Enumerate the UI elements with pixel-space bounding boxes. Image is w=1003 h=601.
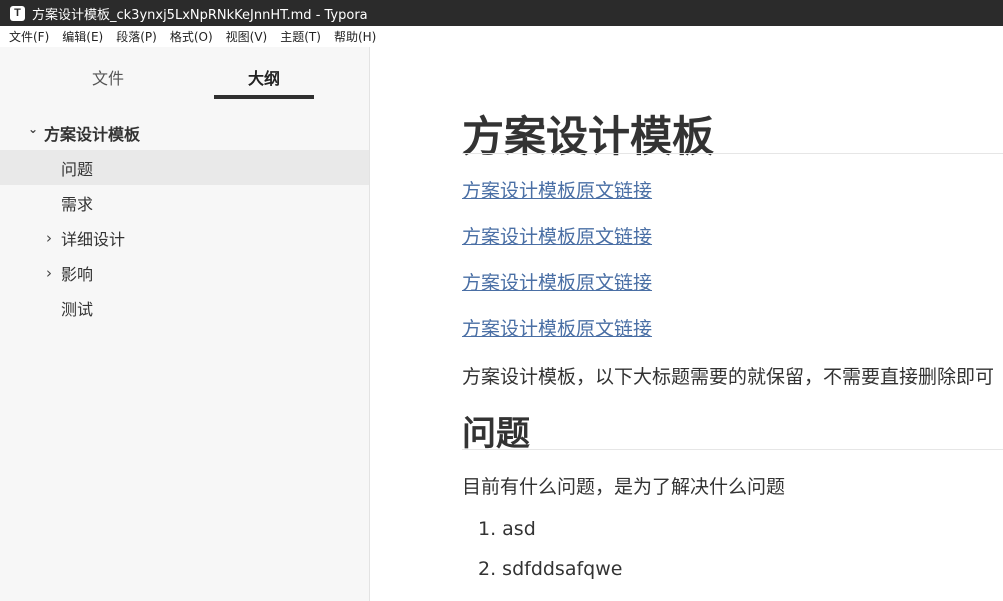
heading-2: 问题: [462, 414, 530, 454]
problem-paragraph: 目前有什么问题，是为了解决什么问题: [462, 476, 786, 498]
window-title: 方案设计模板_ck3ynxj5LxNpRNkKeJnnHT.md - Typor…: [32, 7, 368, 23]
tab-outline[interactable]: 大纲: [214, 65, 314, 89]
list-item: 2. sdfddsafqwe: [478, 558, 623, 580]
outline-item-label: 需求: [61, 194, 94, 214]
sidebar-tabs: 文件 大纲: [0, 47, 369, 103]
chevron-down-icon[interactable]: ⌄: [27, 122, 39, 136]
outline-item-label: 测试: [61, 299, 94, 319]
outline-item-label: 详细设计: [61, 229, 126, 249]
doc-link[interactable]: 方案设计模板原文链接: [462, 268, 652, 295]
doc-link[interactable]: 方案设计模板原文链接: [462, 176, 652, 203]
outline-item-detailed-design[interactable]: › 详细设计: [0, 220, 369, 255]
doc-link[interactable]: 方案设计模板原文链接: [462, 314, 652, 341]
outline-item-impact[interactable]: › 影响: [0, 255, 369, 290]
list-item: 1. asd: [478, 518, 536, 540]
outline-item-test[interactable]: 测试: [0, 290, 369, 325]
doc-link[interactable]: 方案设计模板原文链接: [462, 222, 652, 249]
intro-paragraph: 方案设计模板，以下大标题需要的就保留，不需要直接删除即可: [462, 366, 995, 388]
menu-bar: 文件(F) 编辑(E) 段落(P) 格式(O) 视图(V) 主题(T) 帮助(H…: [0, 26, 1003, 47]
editor-pane[interactable]: 方案设计模板 方案设计模板原文链接 方案设计模板原文链接 方案设计模板原文链接 …: [371, 47, 1003, 601]
active-tab-indicator: [214, 95, 314, 99]
menu-help[interactable]: 帮助(H): [334, 28, 376, 45]
chevron-right-icon[interactable]: ›: [43, 264, 55, 282]
menu-paragraph[interactable]: 段落(P): [116, 28, 157, 45]
heading-divider: [462, 153, 1003, 154]
sidebar: 文件 大纲 ⌄ 方案设计模板 问题 需求 › 详细设计 › 影响 测试: [0, 47, 370, 601]
menu-file[interactable]: 文件(F): [9, 28, 49, 45]
menu-format[interactable]: 格式(O): [170, 28, 213, 45]
menu-view[interactable]: 视图(V): [226, 28, 268, 45]
menu-theme[interactable]: 主题(T): [280, 28, 321, 45]
outline-item-label: 问题: [61, 159, 94, 179]
outline-item-label: 影响: [61, 264, 94, 284]
outline-item-label: 方案设计模板: [44, 124, 141, 144]
outline-item-h1[interactable]: ⌄ 方案设计模板: [0, 115, 369, 150]
heading-divider: [462, 449, 1003, 450]
chevron-right-icon[interactable]: ›: [43, 229, 55, 247]
outline-tree: ⌄ 方案设计模板 问题 需求 › 详细设计 › 影响 测试: [0, 115, 369, 325]
outline-item-problem[interactable]: 问题: [0, 150, 369, 185]
outline-item-requirements[interactable]: 需求: [0, 185, 369, 220]
menu-edit[interactable]: 编辑(E): [62, 28, 103, 45]
typora-app-icon: T: [10, 5, 25, 21]
heading-1: 方案设计模板: [462, 112, 715, 161]
title-bar: T 方案设计模板_ck3ynxj5LxNpRNkKeJnnHT.md - Typ…: [0, 0, 1003, 26]
tab-files[interactable]: 文件: [58, 65, 158, 89]
